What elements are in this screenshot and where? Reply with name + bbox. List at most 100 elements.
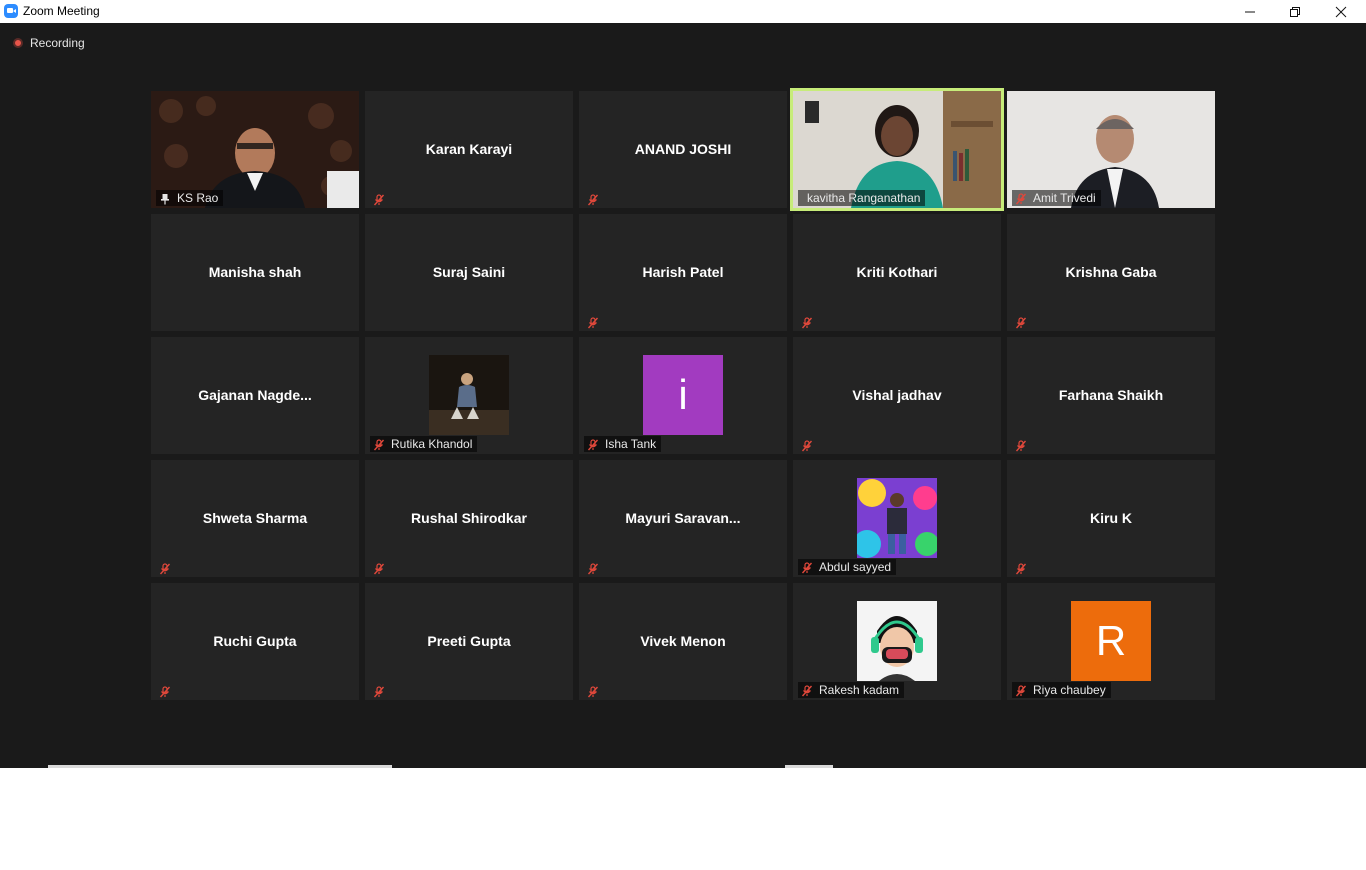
participant-name: Mayuri Saravan... <box>625 510 741 526</box>
participant-tile[interactable]: Manisha shah <box>151 214 359 331</box>
muted-microphone-icon <box>801 316 813 329</box>
participant-footer-name: Rakesh kadam <box>819 683 900 697</box>
participant-tile[interactable]: Preeti Gupta <box>365 583 573 700</box>
participant-tile[interactable]: Krishna Gaba <box>1007 214 1215 331</box>
participant-tile[interactable]: Farhana Shaikh <box>1007 337 1215 454</box>
participant-footer: KS Rao <box>156 190 224 206</box>
participant-name: Kiru K <box>1090 510 1132 526</box>
participant-name: ANAND JOSHI <box>634 141 732 157</box>
participant-tile[interactable]: Kiru K <box>1007 460 1215 577</box>
participant-footer-name: Rutika Khandol <box>391 437 473 451</box>
participant-footer <box>1012 315 1032 329</box>
participant-footer-name: Amit Trivedi <box>1033 191 1096 205</box>
muted-microphone-icon <box>801 684 813 697</box>
participant-tile[interactable]: R Riya chaubey <box>1007 583 1215 700</box>
meeting-area: Recording KS Rao Karan Karayi ANAND JOSHI k… <box>0 23 1366 768</box>
participant-name: Farhana Shaikh <box>1058 387 1164 403</box>
participant-tile[interactable]: Suraj Saini <box>365 214 573 331</box>
participant-name: Suraj Saini <box>432 264 506 280</box>
participant-tile[interactable]: Gajanan Nagde... <box>151 337 359 454</box>
participant-footer: Abdul sayyed <box>798 559 897 575</box>
close-button[interactable] <box>1318 0 1364 23</box>
participant-footer <box>798 438 818 452</box>
participant-footer-name: KS Rao <box>177 191 219 205</box>
participant-name: Manisha shah <box>208 264 302 280</box>
recording-dot-icon <box>13 38 23 48</box>
participant-footer: kavitha Ranganathan <box>798 190 926 206</box>
participant-tile[interactable]: Amit Trivedi <box>1007 91 1215 208</box>
close-icon <box>1335 6 1347 18</box>
muted-microphone-icon <box>159 685 171 698</box>
muted-microphone-icon <box>373 562 385 575</box>
muted-microphone-icon <box>159 562 171 575</box>
avatar-photo <box>429 355 509 435</box>
zoom-app-icon <box>4 4 18 18</box>
participant-tile[interactable]: Rakesh kadam <box>793 583 1001 700</box>
muted-microphone-icon <box>1015 684 1027 697</box>
participant-tile[interactable]: Abdul sayyed <box>793 460 1001 577</box>
participant-tile[interactable]: KS Rao <box>151 91 359 208</box>
muted-microphone-icon <box>587 438 599 451</box>
participant-footer: Rakesh kadam <box>798 682 905 698</box>
participant-name: Vishal jadhav <box>852 387 942 403</box>
participant-footer <box>370 192 390 206</box>
avatar-letter: i <box>643 355 723 435</box>
participant-name: Vivek Menon <box>640 633 726 649</box>
participant-footer <box>584 684 604 698</box>
participant-footer-name: Abdul sayyed <box>819 560 892 574</box>
avatar-letter: R <box>1071 601 1151 681</box>
participant-footer: Isha Tank <box>584 436 662 452</box>
participant-name: Harish Patel <box>642 264 724 280</box>
pin-icon <box>159 192 171 205</box>
participant-name: Preeti Gupta <box>427 633 511 649</box>
participant-footer <box>584 561 604 575</box>
participant-footer-name: kavitha Ranganathan <box>807 191 921 205</box>
recording-indicator[interactable]: Recording <box>13 36 85 50</box>
restore-button[interactable] <box>1272 0 1318 23</box>
restore-icon <box>1290 7 1300 17</box>
participant-footer-name: Isha Tank <box>605 437 657 451</box>
avatar-photo <box>857 601 937 681</box>
participant-footer <box>584 192 604 206</box>
participant-tile[interactable]: Karan Karayi <box>365 91 573 208</box>
participant-name: Kriti Kothari <box>856 264 938 280</box>
participant-tile[interactable]: kavitha Ranganathan <box>790 88 1004 211</box>
muted-microphone-icon <box>587 562 599 575</box>
participant-tile[interactable]: i Isha Tank <box>579 337 787 454</box>
participant-footer <box>370 561 390 575</box>
participant-footer-name: Riya chaubey <box>1033 683 1106 697</box>
muted-microphone-icon <box>587 685 599 698</box>
muted-microphone-icon <box>801 439 813 452</box>
muted-microphone-icon <box>373 685 385 698</box>
window-titlebar: Zoom Meeting <box>0 0 1366 23</box>
participant-tile[interactable]: Kriti Kothari <box>793 214 1001 331</box>
minimize-icon <box>1245 11 1255 13</box>
participant-tile[interactable]: Ruchi Gupta <box>151 583 359 700</box>
participant-name: Krishna Gaba <box>1065 264 1157 280</box>
minimize-button[interactable] <box>1227 0 1273 23</box>
participant-name: Shweta Sharma <box>202 510 308 526</box>
participant-tile[interactable]: Rushal Shirodkar <box>365 460 573 577</box>
participant-footer <box>798 315 818 329</box>
muted-microphone-icon <box>373 193 385 206</box>
recording-label: Recording <box>30 36 85 50</box>
participant-tile[interactable]: Rutika Khandol <box>365 337 573 454</box>
participant-tile[interactable]: Vivek Menon <box>579 583 787 700</box>
muted-microphone-icon <box>373 438 385 451</box>
participant-tile[interactable]: Shweta Sharma <box>151 460 359 577</box>
window-title: Zoom Meeting <box>23 4 100 18</box>
participant-tile[interactable]: Vishal jadhav <box>793 337 1001 454</box>
participant-name: Rushal Shirodkar <box>411 510 527 526</box>
participant-tile[interactable]: ANAND JOSHI <box>579 91 787 208</box>
participant-footer: Rutika Khandol <box>370 436 478 452</box>
participant-footer <box>370 684 390 698</box>
bottom-blank-area <box>0 768 1366 870</box>
muted-microphone-icon <box>1015 192 1027 205</box>
participant-name: Karan Karayi <box>425 141 513 157</box>
participant-tile[interactable]: Harish Patel <box>579 214 787 331</box>
muted-microphone-icon <box>801 561 813 574</box>
participant-footer <box>1012 561 1032 575</box>
participant-tile[interactable]: Mayuri Saravan... <box>579 460 787 577</box>
participant-footer: Amit Trivedi <box>1012 190 1101 206</box>
participant-footer <box>156 561 176 575</box>
